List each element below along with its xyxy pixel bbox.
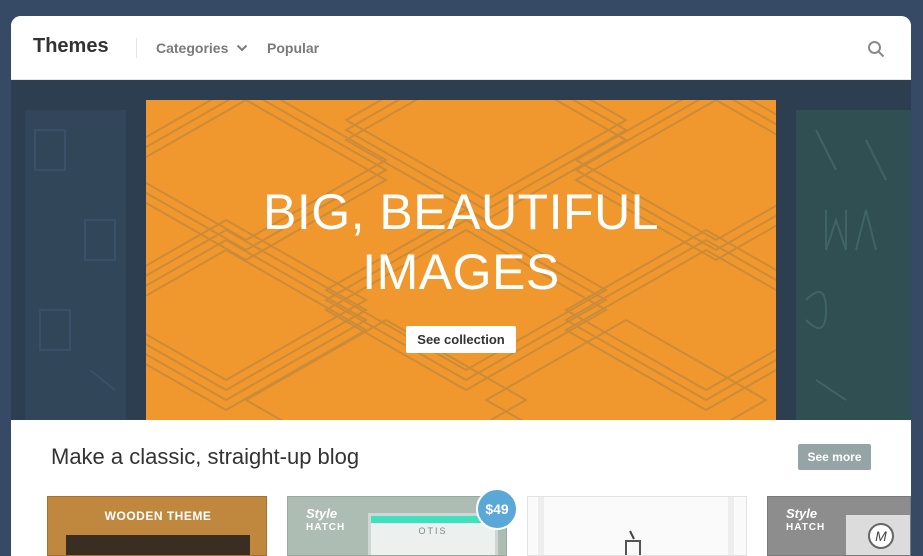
nav-item-categories[interactable]: Categories bbox=[156, 40, 228, 56]
see-more-button[interactable]: See more bbox=[798, 444, 871, 470]
theme-card-label: WOODEN THEME bbox=[104, 509, 212, 523]
hero-banner[interactable]: BIG, BEAUTIFUL IMAGES See collection bbox=[146, 100, 776, 420]
hero-carousel: BIG, BEAUTIFUL IMAGES See collection bbox=[11, 80, 911, 420]
price-badge: $49 bbox=[476, 488, 518, 530]
carousel-previous-slide[interactable] bbox=[25, 110, 126, 420]
preview-stripe bbox=[538, 497, 544, 555]
pen-tool-icon bbox=[625, 530, 641, 555]
theme-card[interactable]: Style HATCH OTIS bbox=[287, 496, 507, 556]
preview-header-bar bbox=[371, 516, 495, 523]
chevron-down-icon[interactable] bbox=[236, 42, 248, 54]
site-title[interactable]: Themes bbox=[33, 35, 109, 58]
nav-item-popular[interactable]: Popular bbox=[267, 40, 319, 56]
hero-title: BIG, BEAUTIFUL IMAGES bbox=[146, 182, 776, 302]
theme-card-logo: Style HATCH bbox=[306, 506, 346, 534]
theme-card-logo: Style HATCH bbox=[786, 506, 826, 534]
carousel-next-slide[interactable] bbox=[796, 110, 911, 420]
hero-title-line-2: IMAGES bbox=[362, 244, 560, 300]
app-window: Themes Categories Popular BIG, BEAUTIFUL… bbox=[11, 16, 911, 556]
theme-card[interactable]: Style HATCH M bbox=[767, 496, 911, 556]
top-navigation-bar: Themes Categories Popular bbox=[11, 16, 911, 80]
section-heading: Make a classic, straight-up blog bbox=[51, 444, 360, 469]
theme-logo-badge: M bbox=[868, 523, 894, 549]
nav-divider bbox=[136, 38, 137, 58]
theme-card[interactable] bbox=[527, 496, 747, 556]
search-icon[interactable] bbox=[867, 40, 885, 58]
preview-stripe bbox=[728, 497, 734, 555]
slide-pattern bbox=[34, 129, 116, 391]
preview-title: OTIS bbox=[418, 526, 448, 536]
hero-title-line-1: BIG, BEAUTIFUL bbox=[263, 184, 659, 240]
see-collection-button[interactable]: See collection bbox=[406, 326, 516, 353]
theme-card[interactable]: WOODEN THEME bbox=[47, 496, 267, 556]
slide-pattern bbox=[805, 129, 887, 401]
